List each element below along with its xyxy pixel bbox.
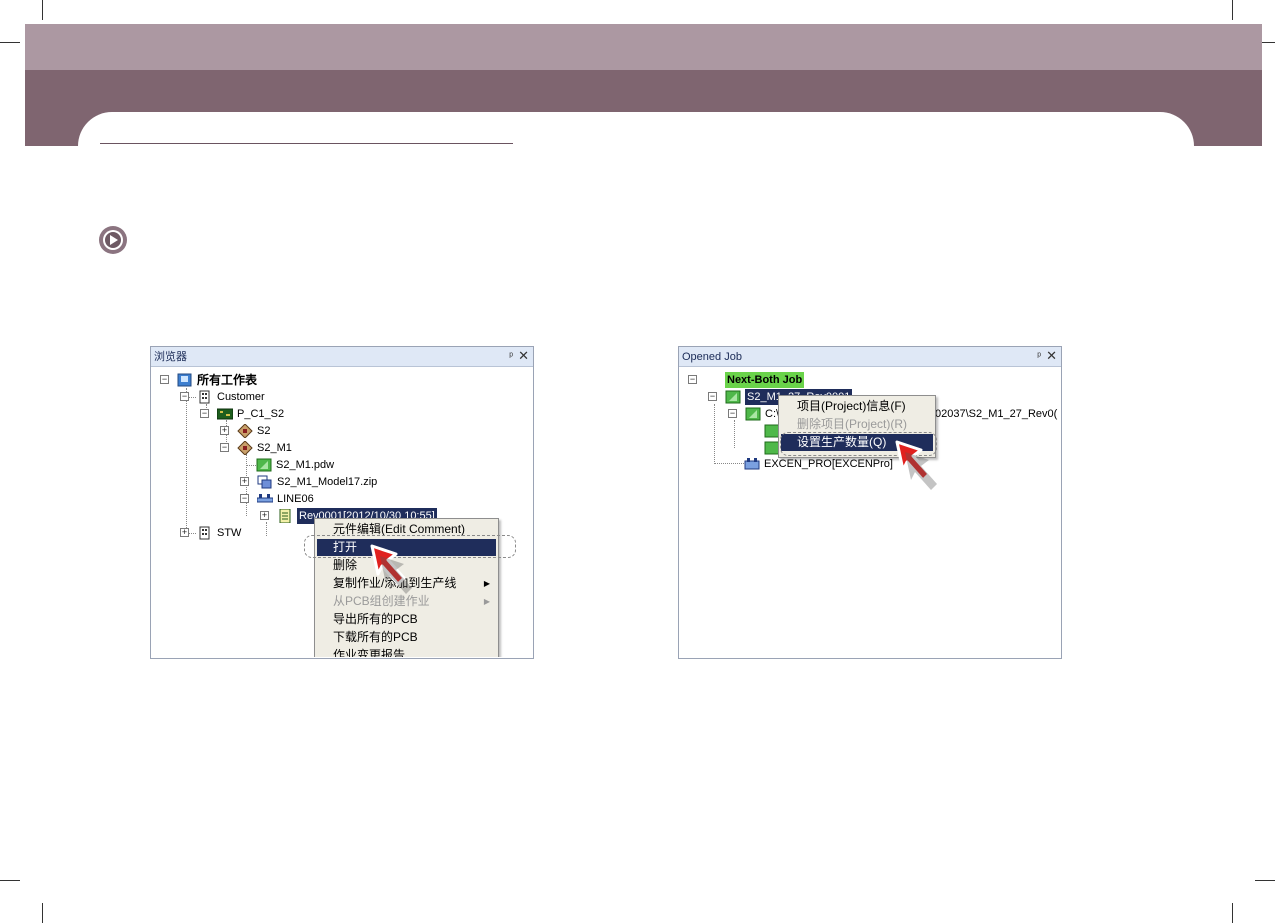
menu-item-delete-project: 删除项目(Project)(R) bbox=[781, 416, 933, 433]
tree-node-customer[interactable]: − Customer bbox=[180, 389, 300, 405]
crop-mark bbox=[0, 42, 20, 43]
expand-icon[interactable]: + bbox=[180, 528, 189, 537]
crop-mark bbox=[42, 0, 43, 20]
pdw-file-icon bbox=[725, 390, 741, 404]
opened-job-panel: Opened Job ᵖ ✕ − Next-Both Job − S2_M1_2… bbox=[678, 346, 1062, 659]
board-program-icon bbox=[237, 424, 253, 438]
play-icon bbox=[99, 226, 127, 254]
menu-item-label: 下载所有的PCB bbox=[333, 630, 418, 644]
pdw-file-icon bbox=[256, 458, 272, 472]
expand-icon[interactable]: + bbox=[260, 511, 269, 520]
browser-panel-title: 浏览器 bbox=[154, 351, 187, 363]
menu-item-export-pcb[interactable]: 导出所有的PCB bbox=[317, 611, 496, 628]
tree-node-root[interactable]: − 所有工作表 bbox=[160, 372, 310, 388]
tree-node-stw[interactable]: + STW bbox=[180, 525, 280, 541]
pin-icon[interactable]: ᵖ bbox=[509, 347, 513, 367]
tree-line bbox=[186, 388, 187, 534]
close-icon[interactable]: ✕ bbox=[518, 346, 529, 366]
content-tab bbox=[78, 112, 1194, 172]
menu-item-label: 删除项目(Project)(R) bbox=[797, 417, 907, 431]
browser-panel-titlebar: 浏览器 ᵖ ✕ bbox=[151, 347, 533, 367]
menu-item-label: 导出所有的PCB bbox=[333, 612, 418, 626]
browser-panel: 浏览器 ᵖ ✕ − 所有工作表 − Customer − P_C1_S2 + S… bbox=[150, 346, 534, 659]
tree-line bbox=[734, 420, 735, 448]
job-document-icon bbox=[279, 509, 291, 523]
expand-icon[interactable]: + bbox=[240, 477, 249, 486]
tree-label: C:\ bbox=[765, 408, 780, 420]
tree-label: 所有工作表 bbox=[197, 373, 258, 387]
tree-node-s2-m1[interactable]: − S2_M1 bbox=[220, 440, 320, 456]
collapse-icon[interactable]: − bbox=[240, 494, 249, 503]
submenu-arrow-icon: ▶ bbox=[483, 597, 490, 606]
menu-item-change-report[interactable]: 作业变更报告 bbox=[317, 647, 496, 657]
tree-node-job-root[interactable]: − Next-Both Job bbox=[688, 372, 848, 388]
building-icon bbox=[199, 526, 210, 540]
opened-job-titlebar: Opened Job ᵖ ✕ bbox=[679, 347, 1061, 367]
menu-item-label: 项目(Project)信息(F) bbox=[797, 399, 906, 413]
pointer-arrow-icon bbox=[895, 440, 937, 490]
board-program-icon bbox=[237, 441, 253, 455]
tree-node-pdw[interactable]: S2_M1.pdw bbox=[256, 457, 376, 473]
expand-icon[interactable]: + bbox=[220, 426, 229, 435]
opened-job-tree: − Next-Both Job − S2_M1_27_Rev0001 − C:\… bbox=[680, 368, 1060, 657]
model-archive-icon bbox=[257, 475, 272, 489]
tree-line bbox=[714, 463, 744, 464]
tree-node-pcb[interactable]: − P_C1_S2 bbox=[200, 406, 320, 422]
building-icon bbox=[199, 390, 210, 404]
menu-item-label: 从PCB组创建作业 bbox=[333, 594, 430, 608]
crop-mark bbox=[1232, 0, 1233, 20]
menu-item-download-pcb[interactable]: 下载所有的PCB bbox=[317, 629, 496, 646]
tree-label-path-tail: 02037\S2_M1_27_Rev0( bbox=[935, 408, 1058, 420]
tree-label: S2_M1.pdw bbox=[276, 459, 335, 471]
machine-icon bbox=[744, 458, 760, 470]
tree-label-job: Next-Both Job bbox=[725, 372, 805, 388]
opened-job-title: Opened Job bbox=[682, 351, 742, 363]
collapse-icon[interactable]: − bbox=[688, 375, 697, 384]
tree-label: EXCEN_PRO[EXCENPro] bbox=[764, 458, 893, 470]
menu-item-label: 作业变更报告 bbox=[333, 648, 406, 657]
tree-label: STW bbox=[217, 527, 242, 539]
submenu-arrow-icon: ▶ bbox=[483, 579, 490, 588]
pcb-board-icon bbox=[217, 408, 233, 420]
tree-label: S2_M1 bbox=[257, 442, 292, 454]
crop-mark bbox=[1232, 903, 1233, 923]
close-icon[interactable]: ✕ bbox=[1046, 346, 1057, 366]
collapse-icon[interactable]: − bbox=[160, 375, 169, 384]
crop-mark bbox=[0, 880, 20, 881]
crop-mark bbox=[1255, 880, 1275, 881]
pdw-file-icon bbox=[745, 407, 761, 421]
collapse-icon[interactable]: − bbox=[220, 443, 229, 452]
collapse-icon[interactable]: − bbox=[200, 409, 209, 418]
menu-item-label: 元件编辑(Edit Comment) bbox=[333, 522, 466, 536]
tree-label: S2 bbox=[257, 425, 271, 437]
collapse-icon[interactable]: − bbox=[728, 409, 737, 418]
tree-label: P_C1_S2 bbox=[237, 408, 285, 420]
collapse-icon[interactable]: − bbox=[708, 392, 717, 401]
tree-node-zip[interactable]: + S2_M1_Model17.zip bbox=[240, 474, 400, 490]
pin-icon[interactable]: ᵖ bbox=[1037, 347, 1041, 367]
browser-tree: − 所有工作表 − Customer − P_C1_S2 + S2 − S2_M… bbox=[152, 368, 532, 657]
tree-label: Customer bbox=[217, 391, 265, 403]
production-line-icon bbox=[257, 494, 273, 503]
title-underline bbox=[100, 143, 513, 144]
worksheet-icon bbox=[177, 373, 192, 387]
collapse-icon[interactable]: − bbox=[180, 392, 189, 401]
tree-label: S2_M1_Model17.zip bbox=[277, 476, 378, 488]
crop-mark bbox=[42, 903, 43, 923]
tree-node-line[interactable]: − LINE06 bbox=[240, 491, 360, 507]
tree-label: LINE06 bbox=[277, 493, 314, 505]
tree-node-s2[interactable]: + S2 bbox=[220, 423, 320, 439]
tree-line bbox=[714, 404, 715, 464]
menu-item-label: 删除 bbox=[333, 558, 358, 572]
pointer-arrow-icon bbox=[370, 544, 412, 594]
menu-item-project-info[interactable]: 项目(Project)信息(F) bbox=[781, 398, 933, 415]
header-band-light bbox=[25, 24, 1262, 70]
